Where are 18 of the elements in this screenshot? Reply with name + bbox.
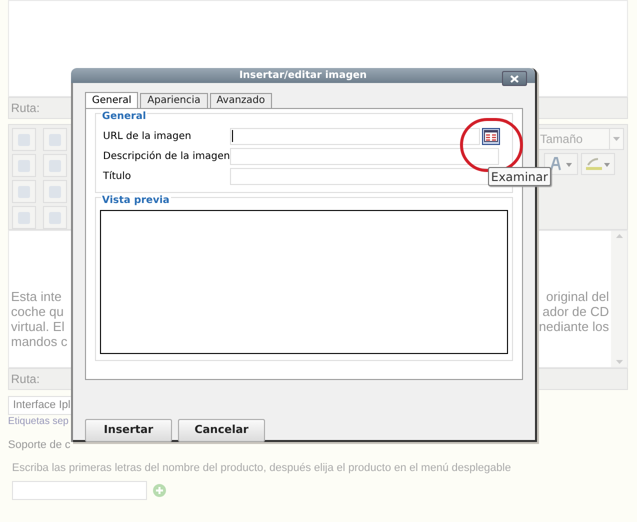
field-label: Descripción de la imagen [103,150,230,164]
field-label: URL de la imagen [103,130,192,144]
hint-text: Escriba las primeras letras del nombre del producto, después elija el producto en el menú desplegable [12,460,511,476]
paragraph-line: virtual. El [11,319,66,334]
tooltip: Examinar [488,167,551,186]
support-label: Soporte de c [8,438,70,453]
window-title: Insertar/editar imagen [239,69,367,83]
path-label: Ruta: [11,100,40,117]
paragraph-line: Esta inte [11,289,63,304]
paragraph-line: coche qu [11,304,65,319]
paragraph-line: nediante los [538,319,609,334]
hint-text: Etiquetas sep [8,415,69,429]
paragraph-line: original del [546,289,609,304]
fieldset-legend: Vista previa [101,195,171,207]
paragraph-line: ador de CD [542,304,609,319]
path-label: Ruta: [11,371,40,388]
field-label: Título [103,170,132,184]
paragraph-line: mandos c [11,334,68,349]
